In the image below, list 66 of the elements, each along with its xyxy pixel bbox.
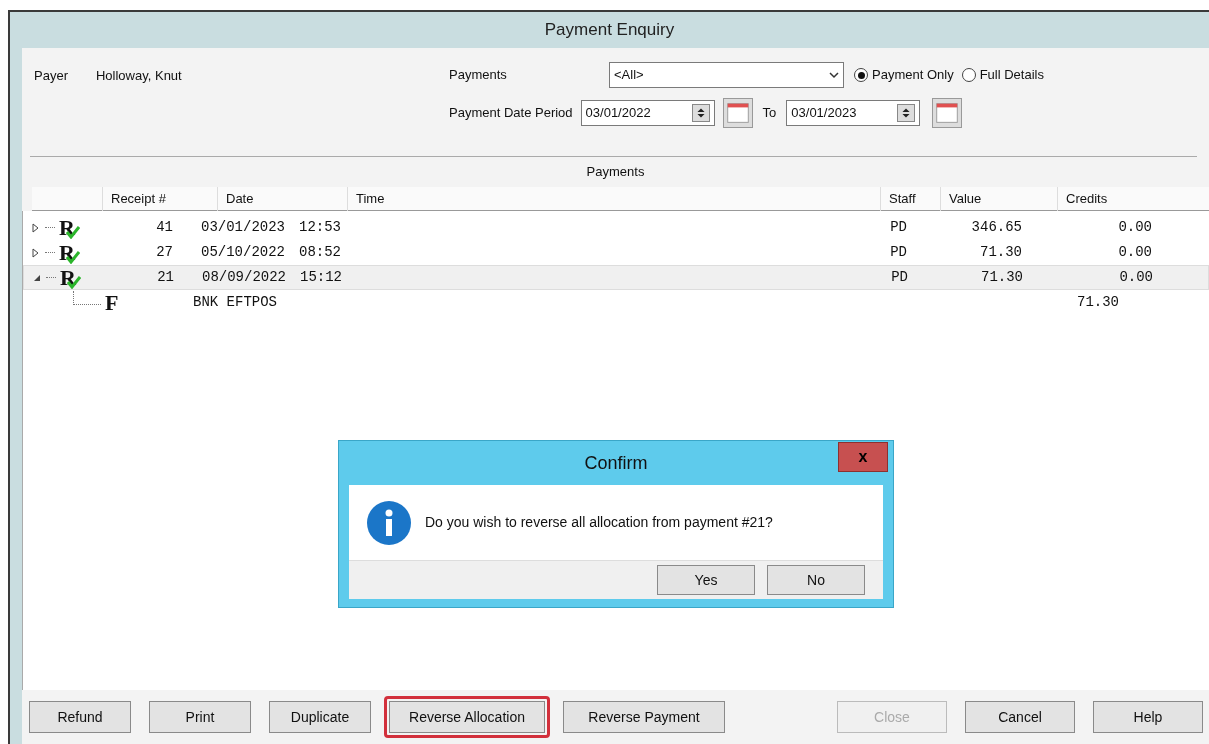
spinner-icon[interactable]: [897, 104, 916, 122]
radio-button[interactable]: [854, 68, 868, 82]
radio-label[interactable]: Payment Only: [872, 65, 954, 85]
column-header[interactable]: Value: [940, 186, 1057, 211]
column-header[interactable]: Date: [217, 186, 347, 211]
action-button[interactable]: Duplicate: [269, 701, 371, 733]
calendar-icon[interactable]: [722, 98, 753, 128]
window-title: Payment Enquiry: [543, 19, 676, 42]
table-cell: 03/01/2023: [201, 219, 285, 235]
table-cell: PD: [890, 244, 907, 260]
dialog-title: Confirm: [584, 451, 648, 475]
period-label: Payment Date Period: [449, 104, 573, 123]
column-header[interactable]: Credits: [1057, 186, 1177, 211]
to-label: To: [762, 104, 777, 123]
tree-line: [46, 277, 56, 278]
action-button[interactable]: Refund: [29, 701, 131, 733]
payer-name: Holloway, Knut: [95, 67, 182, 85]
table-cell: 71.30: [980, 244, 1022, 260]
table-cell: 71.30: [1077, 294, 1119, 310]
payments-dropdown[interactable]: <All>: [609, 62, 844, 88]
dialog-message: Do you wish to reverse all allocation from payment #21?: [425, 513, 773, 532]
table-cell: 15:12: [300, 269, 342, 285]
dialog-button[interactable]: No: [767, 565, 865, 595]
table-cell: 08/09/2022: [202, 269, 286, 285]
table-cell: 27: [156, 244, 173, 260]
chevron-icon: [829, 71, 839, 79]
action-button[interactable]: Help: [1093, 701, 1203, 733]
list-title: Payments: [586, 164, 645, 179]
table-cell: 71.30: [981, 269, 1023, 285]
date-field[interactable]: 03/01/2023: [786, 100, 921, 126]
payer-label: Payer: [34, 67, 68, 85]
date-field[interactable]: 03/01/2022: [580, 100, 715, 126]
dialog-button[interactable]: Yes: [657, 565, 755, 595]
dialog-close-button[interactable]: x: [838, 442, 888, 472]
tree-line: [45, 227, 55, 228]
spinner-icon[interactable]: [691, 104, 710, 122]
table-cell: PD: [890, 219, 907, 235]
column-header[interactable]: Staff: [880, 186, 940, 211]
radio-label[interactable]: Full Details: [979, 65, 1044, 85]
action-button[interactable]: Print: [149, 701, 251, 733]
action-button[interactable]: Cancel: [965, 701, 1075, 733]
selected-row[interactable]: R 21 08/09/2022 15:12 PD 71.30 0.00: [23, 265, 1209, 290]
calendar-icon[interactable]: [932, 98, 963, 128]
table-cell: 346.65: [971, 219, 1022, 235]
table-cell: BNK EFTPOS: [193, 294, 277, 310]
tree-line: [45, 252, 55, 253]
action-button[interactable]: Reverse Payment: [563, 701, 725, 733]
info-icon: [367, 500, 411, 545]
table-cell: 0.00: [1118, 244, 1152, 260]
table-cell: 21: [157, 269, 174, 285]
radio-button[interactable]: [961, 68, 976, 82]
column-header[interactable]: Time: [347, 186, 880, 211]
table-cell: 0.00: [1119, 269, 1153, 285]
expand-icon[interactable]: [31, 222, 41, 233]
table-cell: 05/10/2022: [201, 244, 285, 260]
tender-icon: F: [105, 291, 127, 314]
expand-icon[interactable]: [31, 247, 41, 258]
table-cell: PD: [891, 269, 908, 285]
action-button[interactable]: Reverse Allocation: [389, 701, 545, 733]
payments-label: Payments: [449, 66, 508, 85]
tree-line: [73, 290, 101, 305]
table-cell: 12:53: [299, 219, 341, 235]
table-cell: 08:52: [299, 244, 341, 260]
table-cell: 0.00: [1118, 219, 1152, 235]
table-cell: 41: [156, 219, 173, 235]
column-header[interactable]: Receipt #: [102, 186, 217, 211]
